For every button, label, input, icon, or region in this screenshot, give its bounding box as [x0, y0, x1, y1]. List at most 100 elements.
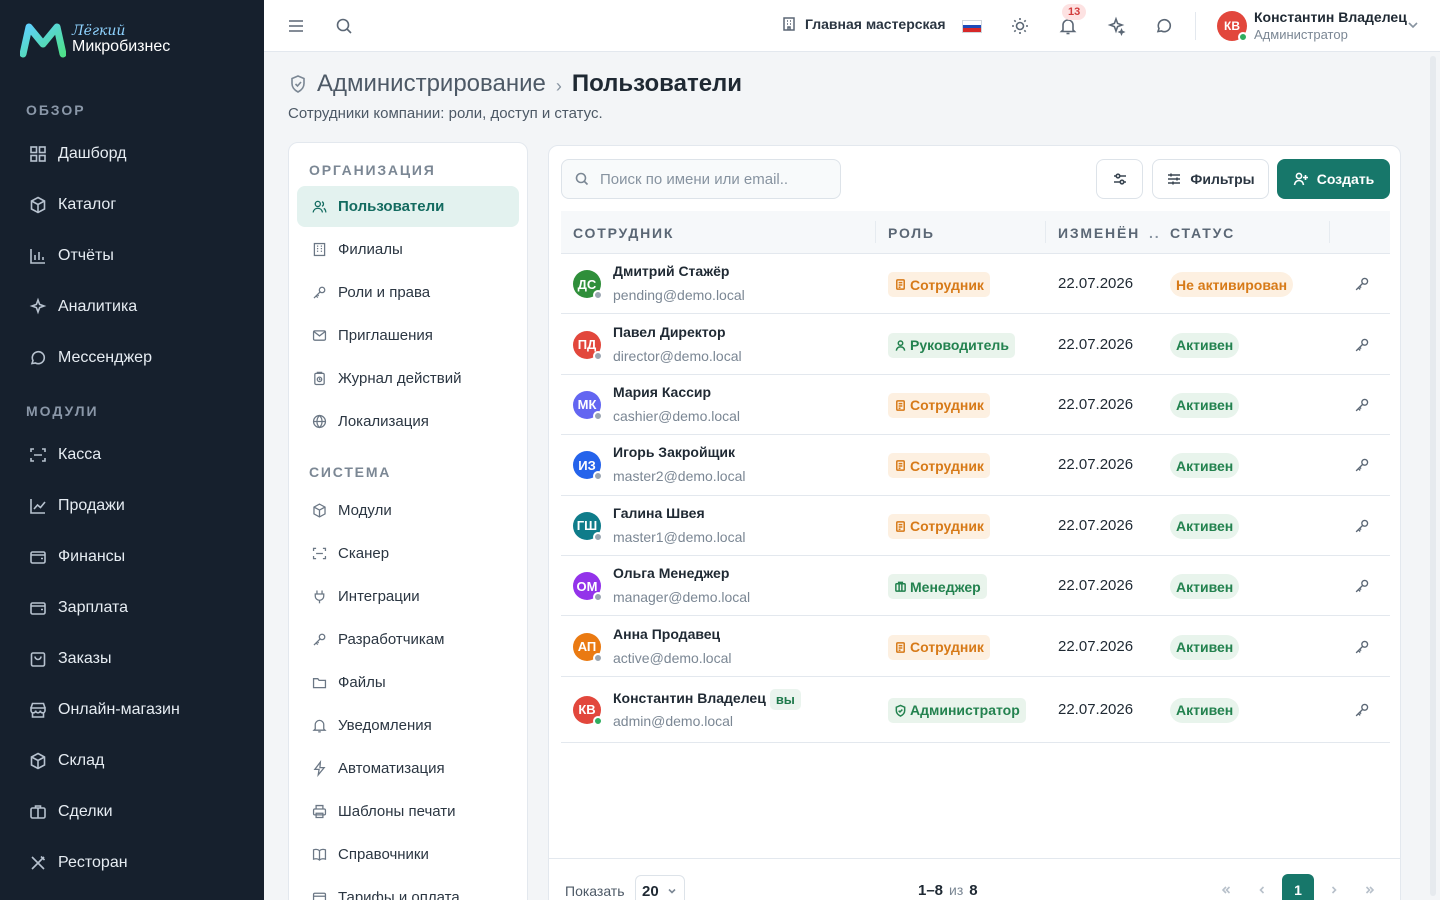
subnav-item[interactable]: Приглашения	[297, 315, 519, 356]
subnav-item[interactable]: Филиалы	[297, 229, 519, 270]
subnav-item[interactable]: Разработчикам	[297, 619, 519, 660]
subnav-section-title: ОРГАНИЗАЦИЯ	[309, 162, 436, 178]
prev-page-button[interactable]	[1246, 874, 1278, 900]
page-button-current[interactable]: 1	[1282, 874, 1314, 900]
chevron-down-icon[interactable]	[1406, 18, 1420, 32]
subnav-item[interactable]: Модули	[297, 490, 519, 531]
table-row[interactable]: ПД Павел Директор director@demo.local Ру…	[561, 314, 1390, 375]
table-row[interactable]: ГШ Галина Швея master1@demo.local Сотруд…	[561, 496, 1390, 556]
table-row[interactable]: МК Мария Кассир cashier@demo.local Сотру…	[561, 375, 1390, 436]
column-settings-button[interactable]	[1096, 159, 1143, 199]
page-size-select[interactable]: 20	[635, 875, 685, 900]
employee-name[interactable]: Константин Владелец вы	[613, 688, 801, 710]
subnav-item[interactable]: Журнал действий	[297, 358, 519, 399]
breadcrumb-parent[interactable]: Администрирование	[317, 70, 546, 98]
filters-button[interactable]: Фильтры	[1152, 159, 1269, 199]
status-badge: Активен	[1170, 634, 1240, 660]
role-icon	[896, 641, 905, 653]
sidebar-item[interactable]: Сделки	[0, 786, 264, 837]
subnav-item[interactable]: Локализация	[297, 401, 519, 442]
role-label: Сотрудник	[910, 397, 984, 414]
column-role[interactable]: РОЛЬ	[888, 225, 935, 241]
subnav-item[interactable]: Роли и права	[297, 272, 519, 313]
subnav-item[interactable]: Сканер	[297, 533, 519, 574]
subnav-item-label: Роли и права	[338, 284, 431, 301]
table-row[interactable]: АП Анна Продавец active@demo.local Сотру…	[561, 616, 1390, 677]
access-key-icon[interactable]	[1353, 456, 1371, 474]
column-resize-handle[interactable]: ..	[1149, 225, 1160, 241]
subnav-item[interactable]: Интеграции	[297, 576, 519, 617]
theme-sun-icon[interactable]	[1010, 16, 1030, 36]
sidebar-item[interactable]: Касса	[0, 429, 264, 480]
access-key-icon[interactable]	[1353, 396, 1371, 414]
column-status[interactable]: СТАТУС	[1170, 225, 1235, 241]
chevron-down-icon	[668, 888, 676, 894]
role-icon	[896, 460, 905, 472]
search-input[interactable]	[600, 170, 830, 188]
topbar-divider	[1195, 12, 1196, 40]
sidebar-item[interactable]: Мессенджер	[0, 332, 264, 383]
employee-name[interactable]: Ольга Менеджер	[613, 565, 729, 581]
subnav-item[interactable]: Автоматизация	[297, 748, 519, 789]
column-employee[interactable]: СОТРУДНИК	[573, 225, 674, 241]
table-row[interactable]: ДС Дмитрий Стажёр pending@demo.local Сот…	[561, 254, 1390, 315]
first-page-button[interactable]	[1210, 874, 1242, 900]
sidebar-item[interactable]: Онлайн-магазин	[0, 684, 264, 735]
language-flag-icon[interactable]	[962, 20, 982, 33]
table-row[interactable]: ОМ Ольга Менеджер manager@demo.local Мен…	[561, 556, 1390, 617]
access-key-icon[interactable]	[1353, 336, 1371, 354]
sidebar-item[interactable]: Склад	[0, 735, 264, 786]
user-avatar[interactable]: КВ	[1217, 11, 1248, 42]
role-badge: Администратор	[888, 697, 1026, 723]
employee-name[interactable]: Павел Директор	[613, 324, 726, 340]
sidebar-item[interactable]: Заказы	[0, 633, 264, 684]
employee-name[interactable]: Игорь Закройщик	[613, 444, 735, 460]
user-name[interactable]: Константин Владелец	[1254, 9, 1407, 25]
employee-name[interactable]: Галина Швея	[613, 505, 705, 521]
access-key-icon[interactable]	[1353, 577, 1371, 595]
subnav-item[interactable]: Тарифы и оплата	[297, 877, 519, 900]
employee-email: master2@demo.local	[613, 468, 746, 485]
sparkle-icon[interactable]	[1106, 16, 1126, 37]
sidebar-item[interactable]: Каталог	[0, 179, 264, 230]
sidebar-nav: ОБЗОР Дашборд Каталог Отчёты Аналитика Мессен…	[0, 102, 264, 888]
subnav-item[interactable]: Справочники	[297, 834, 519, 875]
column-changed[interactable]: ИЗМЕНЁН	[1058, 225, 1140, 241]
search-box[interactable]	[561, 159, 841, 199]
last-page-button[interactable]	[1354, 874, 1386, 900]
sidebar-item[interactable]: Аналитика	[0, 281, 264, 332]
chat-icon[interactable]	[1154, 16, 1174, 36]
sidebar-item[interactable]: Финансы	[0, 531, 264, 582]
access-key-icon[interactable]	[1353, 275, 1371, 293]
page-scrollbar[interactable]	[1430, 56, 1436, 896]
employee-name[interactable]: Мария Кассир	[613, 384, 711, 400]
access-key-icon[interactable]	[1353, 701, 1371, 719]
access-key-icon[interactable]	[1353, 517, 1371, 535]
table-row[interactable]: КВ Константин Владелец вы admin@demo.loca…	[561, 677, 1390, 743]
subnav-item[interactable]: Файлы	[297, 662, 519, 703]
employee-email: admin@demo.local	[613, 712, 734, 729]
sidebar-item[interactable]: Ресторан	[0, 837, 264, 888]
sidebar-item[interactable]: Отчёты	[0, 230, 264, 281]
subnav-item[interactable]: Шаблоны печати	[297, 791, 519, 832]
sidebar-item[interactable]: Дашборд	[0, 128, 264, 179]
next-page-button[interactable]	[1318, 874, 1350, 900]
table-row[interactable]: ИЗ Игорь Закройщик master2@demo.local Со…	[561, 435, 1390, 496]
workspace-switcher[interactable]: Главная мастерская	[781, 16, 946, 32]
sidebar-item[interactable]: Продажи	[0, 480, 264, 531]
access-key-icon[interactable]	[1353, 638, 1371, 656]
sidebar-item[interactable]: Зарплата	[0, 582, 264, 633]
changed-date: 22.07.2026	[1058, 700, 1134, 718]
search-icon[interactable]	[334, 16, 354, 36]
chat-icon	[30, 350, 46, 364]
create-user-button[interactable]: Создать	[1277, 159, 1390, 199]
brand[interactable]: Лёгкий Микробизнес	[0, 0, 264, 80]
employee-name[interactable]: Дмитрий Стажёр	[613, 263, 729, 279]
employee-name[interactable]: Анна Продавец	[613, 626, 720, 642]
menu-icon[interactable]	[286, 16, 306, 36]
subnav-item[interactable]: Уведомления	[297, 705, 519, 746]
subnav-item[interactable]: Пользователи	[297, 186, 519, 227]
status-badge: Активен	[1170, 332, 1240, 358]
presence-indicator	[593, 531, 603, 542]
avatar-initials: ГШ	[576, 518, 598, 534]
